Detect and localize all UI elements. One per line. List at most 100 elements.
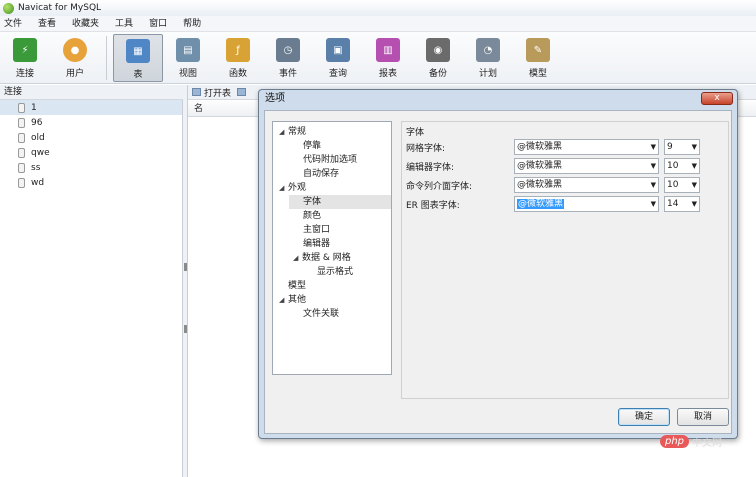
cli-font-label: 命令列介面字体: (406, 182, 473, 192)
chevron-down-icon: ▼ (650, 200, 656, 208)
menu-bar: 文件 查看 收藏夹 工具 窗口 帮助 (0, 16, 756, 32)
report-icon: ▥ (376, 38, 400, 62)
tree-node-appearance[interactable]: ◢ 外观 (279, 181, 306, 195)
toolbar-function-button[interactable]: ƒ 函数 (213, 34, 263, 82)
chevron-down-icon: ▼ (691, 162, 697, 170)
splitter-grip-icon (184, 263, 187, 271)
ok-button[interactable]: 确定 (618, 408, 670, 426)
grid-font-label: 网格字体: (406, 144, 446, 154)
chevron-down-icon: ▼ (650, 143, 656, 151)
menu-help[interactable]: 帮助 (175, 16, 209, 32)
er-font-label: ER 图表字体: (406, 201, 460, 211)
navicat-app-icon (3, 2, 14, 14)
toolbar-user-button[interactable]: ● 用户 (50, 34, 100, 82)
connections-list: 1 96 old qwe ss wd (0, 100, 183, 477)
editor-font-label: 编辑器字体: (406, 163, 455, 173)
connection-item[interactable]: 96 (0, 115, 182, 130)
backup-icon: ◉ (426, 38, 450, 62)
title-bar: Navicat for MySQL (0, 0, 756, 16)
tree-node-editor[interactable]: 编辑器 (303, 237, 330, 251)
tree-node-autosave[interactable]: 自动保存 (303, 167, 339, 181)
column-header-name[interactable]: 名 (194, 104, 203, 114)
tree-node-font[interactable]: 字体 (289, 195, 391, 209)
connection-item[interactable]: wd (0, 175, 182, 190)
design-table-button[interactable] (237, 88, 249, 96)
toolbar-separator (106, 36, 107, 80)
connection-item[interactable]: qwe (0, 145, 182, 160)
model-icon: ✎ (526, 38, 550, 62)
dialog-body: ◢ 常规 停靠 代码附加选项 自动保存 ◢ 外观 字体 颜色 主窗口 编辑器 ◢ 数据… (264, 110, 732, 434)
connection-item[interactable]: old (0, 130, 182, 145)
er-font-row: ER 图表字体: @微软雅黑 ▼ 14 ▼ (406, 196, 726, 212)
tree-node-model[interactable]: 模型 (288, 279, 306, 293)
menu-view[interactable]: 查看 (30, 16, 64, 32)
database-icon (18, 162, 25, 173)
database-icon (18, 177, 25, 188)
cli-font-size-select[interactable]: 10 ▼ (664, 177, 700, 193)
tree-node-other[interactable]: ◢ 其他 (279, 293, 306, 307)
toolbar-view-button[interactable]: ▤ 视图 (163, 34, 213, 82)
options-dialog: 选项 x ◢ 常规 停靠 代码附加选项 自动保存 ◢ 外观 字体 颜色 主窗口 编辑… (258, 89, 738, 439)
collapse-arrow-icon: ◢ (279, 296, 285, 304)
splitter-grip-icon (184, 325, 187, 333)
open-table-icon (192, 88, 201, 96)
collapse-arrow-icon: ◢ (279, 128, 285, 136)
grid-font-select[interactable]: @微软雅黑 ▼ (514, 139, 659, 155)
grid-font-row: 网格字体: @微软雅黑 ▼ 9 ▼ (406, 139, 726, 155)
open-table-button[interactable]: 打开表 (192, 86, 231, 99)
user-icon: ● (63, 38, 87, 62)
window-title: Navicat for MySQL (18, 3, 102, 13)
design-table-icon (237, 88, 247, 96)
tree-node-docking[interactable]: 停靠 (303, 139, 321, 153)
database-icon (18, 102, 25, 113)
menu-favorites[interactable]: 收藏夹 (64, 16, 107, 32)
toolbar-schedule-button[interactable]: ◔ 计划 (463, 34, 513, 82)
grid-font-size-select[interactable]: 9 ▼ (664, 139, 700, 155)
tree-node-code-append[interactable]: 代码附加选项 (303, 153, 357, 167)
dialog-close-button[interactable]: x (701, 92, 733, 105)
toolbar-connection-button[interactable]: ⚡ 连接 (0, 34, 50, 82)
tree-node-main-window[interactable]: 主窗口 (303, 223, 330, 237)
main-toolbar: ⚡ 连接 ● 用户 ▦ 表 ▤ 视图 ƒ 函数 ◷ 事件 ▣ 查询 ▥ 报表 ◉… (0, 32, 756, 84)
menu-window[interactable]: 窗口 (141, 16, 175, 32)
chevron-down-icon: ▼ (691, 143, 697, 151)
editor-font-select[interactable]: @微软雅黑 ▼ (514, 158, 659, 174)
tree-node-file-assoc[interactable]: 文件关联 (303, 307, 339, 321)
toolbar-backup-button[interactable]: ◉ 备份 (413, 34, 463, 82)
query-icon: ▣ (326, 38, 350, 62)
menu-file[interactable]: 文件 (0, 16, 30, 32)
chevron-down-icon: ▼ (650, 162, 656, 170)
editor-font-row: 编辑器字体: @微软雅黑 ▼ 10 ▼ (406, 158, 726, 174)
tree-node-general[interactable]: ◢ 常规 (279, 125, 306, 139)
toolbar-table-button[interactable]: ▦ 表 (113, 34, 163, 82)
toolbar-report-button[interactable]: ▥ 报表 (363, 34, 413, 82)
database-icon (18, 132, 25, 143)
cli-font-select[interactable]: @微软雅黑 ▼ (514, 177, 659, 193)
tree-node-data-grid[interactable]: ◢ 数据 & 网格 (293, 251, 351, 265)
toolbar-event-button[interactable]: ◷ 事件 (263, 34, 313, 82)
toolbar-query-button[interactable]: ▣ 查询 (313, 34, 363, 82)
connection-item[interactable]: 1 (0, 100, 182, 115)
database-icon (18, 147, 25, 158)
chevron-down-icon: ▼ (650, 181, 656, 189)
schedule-icon: ◔ (476, 38, 500, 62)
chevron-down-icon: ▼ (691, 181, 697, 189)
connections-header: 连接 (0, 85, 183, 100)
menu-tools[interactable]: 工具 (107, 16, 141, 32)
editor-font-size-select[interactable]: 10 ▼ (664, 158, 700, 174)
font-settings-panel: 字体 网格字体: @微软雅黑 ▼ 9 ▼ 编辑器字体: @微软雅黑 ▼ 10 ▼ 命令列… (401, 121, 729, 399)
chevron-down-icon: ▼ (691, 200, 697, 208)
tree-node-display-format[interactable]: 显示格式 (317, 265, 353, 279)
er-font-select[interactable]: @微软雅黑 ▼ (514, 196, 659, 212)
tree-node-color[interactable]: 颜色 (303, 209, 321, 223)
close-icon: x (714, 93, 720, 103)
view-icon: ▤ (176, 38, 200, 62)
connection-item[interactable]: ss (0, 160, 182, 175)
connection-icon: ⚡ (13, 38, 37, 62)
cancel-button[interactable]: 取消 (677, 408, 729, 426)
toolbar-model-button[interactable]: ✎ 模型 (513, 34, 563, 82)
function-icon: ƒ (226, 38, 250, 62)
er-font-size-select[interactable]: 14 ▼ (664, 196, 700, 212)
database-icon (18, 117, 25, 128)
php-watermark-logo: php 中文网 (660, 434, 722, 449)
